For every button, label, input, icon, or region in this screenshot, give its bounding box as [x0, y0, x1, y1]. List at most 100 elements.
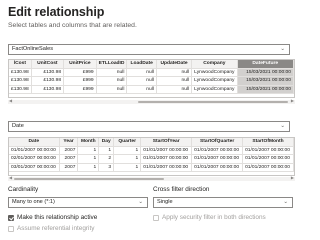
table-cell: 01/01/2007 00:00:00 — [191, 163, 244, 173]
table-cell: 2007 — [59, 163, 79, 173]
table-cell: null — [156, 68, 193, 78]
table-cell: £999 — [63, 85, 97, 95]
assume-integrity-label[interactable]: Assume referential integrity — [17, 225, 94, 232]
table2-header-row: Date Year Month Day Quarter StartOfYear … — [9, 138, 294, 147]
make-active-label[interactable]: Make this relationship active — [17, 214, 97, 221]
table-cell: null — [96, 68, 128, 78]
table-cell: 1 — [113, 154, 142, 164]
table-cell: null — [156, 76, 193, 86]
scroll-right-icon[interactable]: ▶ — [291, 98, 294, 103]
make-active-checkbox[interactable] — [8, 215, 14, 221]
table2-select[interactable]: Date ⌄ — [8, 121, 290, 132]
table-cell: 01/01/2007 00:00:00 — [9, 146, 60, 156]
table-cell: 2007 — [59, 154, 79, 164]
column-header[interactable]: StartOfMonth — [242, 138, 294, 147]
column-header[interactable]: Day — [98, 138, 115, 147]
table1-select-value: FactOnlineSales — [12, 46, 54, 52]
table-cell: 01/01/2007 00:00:00 — [191, 154, 244, 164]
selected-column-header[interactable]: DateFuture — [237, 60, 294, 69]
scroll-left-icon[interactable]: ◀ — [9, 98, 12, 103]
chevron-down-icon: ⌄ — [280, 123, 285, 129]
table-cell: 03/01/2007 00:00:00 — [9, 163, 60, 173]
chevron-down-icon: ⌄ — [280, 46, 285, 52]
table-row: 02/01/2007 00:00:00 2007 1 2 1 01/01/200… — [9, 154, 294, 164]
scroll-right-icon[interactable]: ▶ — [291, 175, 294, 180]
column-header[interactable]: StartOfQuarter — [191, 138, 244, 147]
cross-filter-label: Cross filter direction — [153, 186, 210, 193]
column-header[interactable]: ETLLoadID — [96, 60, 128, 69]
table-cell: null — [126, 85, 157, 95]
table-row: 01/01/2007 00:00:00 2007 1 1 1 01/01/200… — [9, 146, 294, 156]
table-cell: null — [126, 68, 157, 78]
table-cell: 1 — [77, 146, 100, 156]
chevron-down-icon: ⌄ — [138, 199, 143, 205]
table-cell: 1 — [77, 163, 100, 173]
table-cell: null — [96, 76, 128, 86]
table-cell: 01/01/2007 00:00:00 — [140, 146, 193, 156]
table-cell: 01/01/2007 00:00:00 — [242, 146, 294, 156]
column-header[interactable]: Company — [191, 60, 238, 69]
table1-select[interactable]: FactOnlineSales ⌄ — [8, 44, 290, 55]
column-header[interactable]: UnitPrice — [63, 60, 97, 69]
column-header[interactable]: UpdateDate — [156, 60, 193, 69]
table-cell: 3 — [98, 163, 115, 173]
column-header[interactable]: Date — [9, 138, 60, 147]
table-cell: 15/03/2021 00:00:00 — [237, 68, 294, 78]
table-cell: LynwoodCompany — [191, 85, 238, 95]
table-cell: LynwoodCompany — [191, 76, 238, 86]
assume-integrity-checkbox[interactable] — [8, 226, 14, 232]
table1-header-row: lCost UnitCost UnitPrice ETLLoadID LoadD… — [9, 60, 294, 69]
scroll-left-icon[interactable]: ◀ — [9, 175, 12, 180]
table-cell: £999 — [63, 68, 97, 78]
table-cell: £130.98 — [31, 76, 65, 86]
chevron-down-icon: ⌄ — [283, 199, 288, 205]
table-cell: null — [156, 85, 193, 95]
table-cell: 01/01/2007 00:00:00 — [140, 154, 193, 164]
cardinality-select-value: Many to one (*:1) — [12, 199, 55, 205]
column-header[interactable]: Month — [77, 138, 100, 147]
table-cell: 1 — [98, 146, 115, 156]
table-cell: 1 — [77, 154, 100, 164]
table-cell: 01/01/2007 00:00:00 — [191, 146, 244, 156]
cardinality-label: Cardinality — [8, 186, 39, 193]
table-cell: 01/01/2007 00:00:00 — [242, 154, 294, 164]
table-row: £130.98 £130.98 £999 null null null Lynw… — [9, 68, 294, 78]
scrollbar-thumb[interactable] — [14, 178, 164, 180]
table-row: £130.98 £130.98 £999 null null null Lynw… — [9, 76, 294, 86]
table-cell: £130.98 — [9, 85, 32, 95]
security-filter-checkbox[interactable] — [153, 215, 159, 221]
column-header[interactable]: UnitCost — [31, 60, 65, 69]
cardinality-select[interactable]: Many to one (*:1) ⌄ — [8, 197, 148, 208]
table-cell: null — [96, 85, 128, 95]
column-header[interactable]: lCost — [9, 60, 32, 69]
dialog-subtitle: Select tables and columns that are relat… — [8, 22, 137, 29]
table-cell: 02/01/2007 00:00:00 — [9, 154, 60, 164]
scrollbar-thumb[interactable] — [138, 101, 288, 103]
cross-filter-select[interactable]: Single ⌄ — [153, 197, 293, 208]
table-cell: 01/01/2007 00:00:00 — [242, 163, 294, 173]
table-row: 03/01/2007 00:00:00 2007 1 3 1 01/01/200… — [9, 163, 294, 173]
column-header[interactable]: LoadDate — [126, 60, 157, 69]
table-cell: £130.98 — [9, 68, 32, 78]
column-header[interactable]: Quarter — [113, 138, 142, 147]
table1-preview: lCost UnitCost UnitPrice ETLLoadID LoadD… — [8, 59, 295, 98]
table-cell: £999 — [63, 76, 97, 86]
security-filter-label[interactable]: Apply security filter in both directions — [162, 214, 266, 221]
table-cell: 2 — [98, 154, 115, 164]
dialog-title: Edit relationship — [8, 5, 105, 19]
table-cell: 2007 — [59, 146, 79, 156]
column-header[interactable]: Year — [59, 138, 79, 147]
table-cell: null — [126, 76, 157, 86]
table-cell: £130.98 — [9, 76, 32, 86]
cross-filter-select-value: Single — [157, 199, 173, 205]
table-cell: 01/01/2007 00:00:00 — [140, 163, 193, 173]
table-row: £130.98 £130.98 £999 null null null Lynw… — [9, 85, 294, 95]
table2-horizontal-scrollbar[interactable]: ◀ ▶ — [8, 175, 295, 181]
table2-select-value: Date — [12, 123, 24, 129]
table-cell: 15/03/2021 00:00:00 — [237, 85, 294, 95]
table-cell: £130.98 — [31, 68, 65, 78]
table2-preview: Date Year Month Day Quarter StartOfYear … — [8, 137, 295, 176]
table1-horizontal-scrollbar[interactable]: ◀ ▶ — [8, 98, 295, 104]
table-cell: 1 — [113, 146, 142, 156]
column-header[interactable]: StartOfYear — [140, 138, 193, 147]
